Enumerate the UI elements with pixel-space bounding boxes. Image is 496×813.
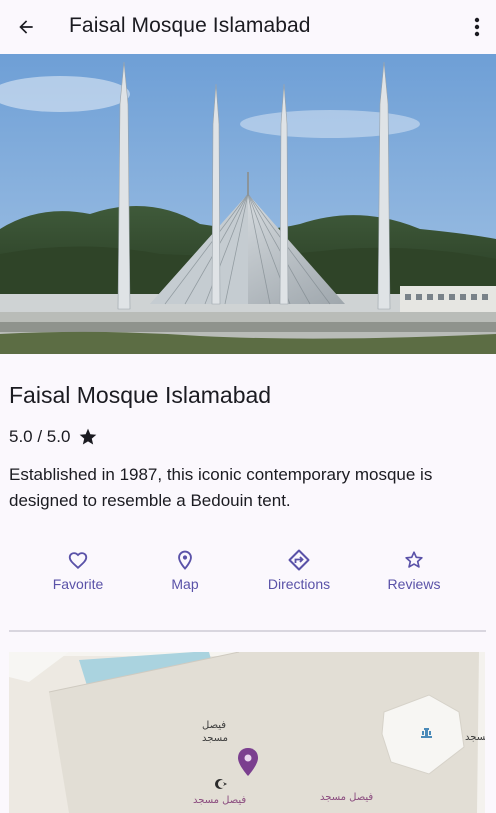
app-bar: Faisal Mosque Islamabad — [0, 0, 496, 54]
directions-label: Directions — [267, 576, 331, 592]
rating-text: 5.0 / 5.0 — [9, 427, 71, 446]
favorite-button[interactable]: Favorite — [28, 548, 128, 598]
back-button[interactable] — [12, 13, 40, 41]
map-label-road: فیصل مسجد — [320, 792, 374, 803]
directions-icon — [287, 548, 311, 572]
map-label-edge: مسجد — [465, 732, 485, 743]
place-title: Faisal Mosque Islamabad — [9, 382, 272, 408]
reviews-button[interactable]: Reviews — [364, 548, 464, 598]
mosque-photo — [0, 54, 496, 354]
map-label-mosque-2: مسجد — [202, 733, 228, 744]
star-outline-icon — [402, 548, 426, 572]
more-vert-icon — [474, 17, 480, 37]
map-label: Map — [171, 576, 199, 592]
arrow-back-icon — [19, 20, 33, 34]
heart-outline-icon — [66, 548, 90, 572]
star-icon — [80, 428, 97, 445]
map-button[interactable]: Map — [135, 548, 235, 598]
action-bar: Favorite Map Directions Reviews — [0, 548, 496, 598]
rating: 5.0 / 5.0 — [9, 426, 98, 448]
map-label-mosque-full: فیصل مسجد — [193, 795, 247, 806]
map-label-mosque-1: فیصل — [202, 720, 227, 731]
app-bar-title: Faisal Mosque Islamabad — [69, 14, 311, 37]
overflow-menu-button[interactable] — [466, 13, 488, 41]
favorite-label: Favorite — [52, 576, 104, 592]
location-pin-icon — [173, 548, 197, 572]
divider — [9, 630, 486, 632]
map-view[interactable]: فیصل مسجد فیصل مسجد فیصل مسجد مسجد — [9, 652, 485, 813]
reviews-label: Reviews — [387, 576, 441, 592]
place-description: Established in 1987, this iconic contemp… — [9, 465, 433, 510]
directions-button[interactable]: Directions — [249, 548, 349, 598]
